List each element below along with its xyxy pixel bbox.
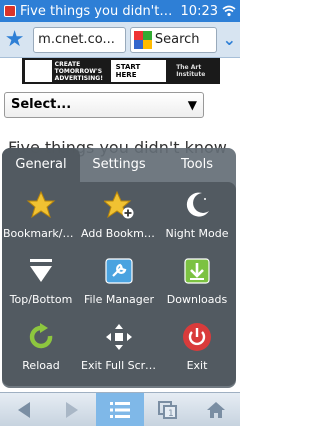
ad-logo <box>25 60 52 82</box>
forward-arrow-icon <box>66 401 78 418</box>
menu-item-bookmarks[interactable]: Bookmark/Hi... <box>2 186 80 248</box>
search-box[interactable]: Search <box>129 26 217 53</box>
tab-tools[interactable]: Tools <box>158 148 236 182</box>
star-icon <box>26 190 56 219</box>
ad-start-button[interactable]: START HERE <box>110 60 167 82</box>
wifi-icon <box>222 5 236 17</box>
add-bookmark-icon <box>102 190 134 219</box>
power-icon <box>183 323 211 351</box>
app-icon <box>4 5 16 17</box>
back-button[interactable] <box>0 393 48 426</box>
url-bar: ★ m.cnet.co... Search ⌄ <box>0 22 240 58</box>
tabs-button[interactable]: 1 <box>144 393 192 426</box>
ad-right-text: The Art Institute <box>176 64 206 78</box>
address-field[interactable]: m.cnet.co... <box>33 26 126 53</box>
exit-fullscreen-icon <box>106 324 132 350</box>
menu-button[interactable] <box>96 393 144 426</box>
menu-item-night-mode[interactable]: Night Mode <box>158 186 236 248</box>
home-button[interactable] <box>192 393 240 426</box>
status-bar: Five things you didn't know 10:23 <box>0 0 240 22</box>
menu-item-top-bottom[interactable]: Top/Bottom <box>2 252 80 314</box>
download-icon <box>184 258 210 284</box>
menu-item-reload[interactable]: Reload <box>2 318 80 380</box>
menu-item-exit-fullscreen[interactable]: Exit Full Screen <box>80 318 158 380</box>
bottom-toolbar: 1 <box>0 392 240 426</box>
search-label: Search <box>154 32 200 47</box>
chevron-down-icon[interactable]: ⌄ <box>223 30 236 49</box>
menu-item-exit[interactable]: Exit <box>158 318 236 380</box>
menu-item-downloads[interactable]: Downloads <box>158 252 236 314</box>
svg-text:1: 1 <box>168 409 174 419</box>
browser-screen: Five things you didn't know 10:23 ★ m.cn… <box>0 0 240 426</box>
menu-grid: Bookmark/Hi... Add Bookmark Night Mode T… <box>2 182 236 386</box>
tabs-icon: 1 <box>158 400 177 419</box>
menu-item-add-bookmark[interactable]: Add Bookmark <box>80 186 158 248</box>
clock: 10:23 <box>180 3 218 19</box>
ad-banner[interactable]: CREATE TOMORROW'S ADVERTISING! START HER… <box>22 58 220 84</box>
tab-settings[interactable]: Settings <box>80 148 158 182</box>
section-select[interactable]: Select... ▼ <box>4 92 204 118</box>
moon-icon <box>186 192 209 217</box>
home-icon <box>207 401 225 418</box>
google-icon <box>133 30 153 50</box>
file-manager-icon <box>105 258 133 284</box>
menu-tabs: General Settings Tools <box>2 148 236 182</box>
top-bottom-icon <box>30 259 52 282</box>
back-arrow-icon <box>18 401 30 418</box>
star-icon[interactable]: ★ <box>4 28 25 51</box>
forward-button[interactable] <box>48 393 96 426</box>
reload-icon <box>29 323 53 349</box>
page-title: Five things you didn't know <box>20 3 175 19</box>
ad-left-text: CREATE TOMORROW'S ADVERTISING! <box>54 60 103 82</box>
tab-general[interactable]: General <box>2 148 80 182</box>
select-value: Select... <box>11 97 72 112</box>
options-menu: General Settings Tools Bookmark/Hi... Ad… <box>2 148 236 388</box>
menu-list-icon <box>110 401 130 418</box>
menu-item-file-manager[interactable]: File Manager <box>80 252 158 314</box>
select-arrow-icon: ▼ <box>187 98 197 112</box>
